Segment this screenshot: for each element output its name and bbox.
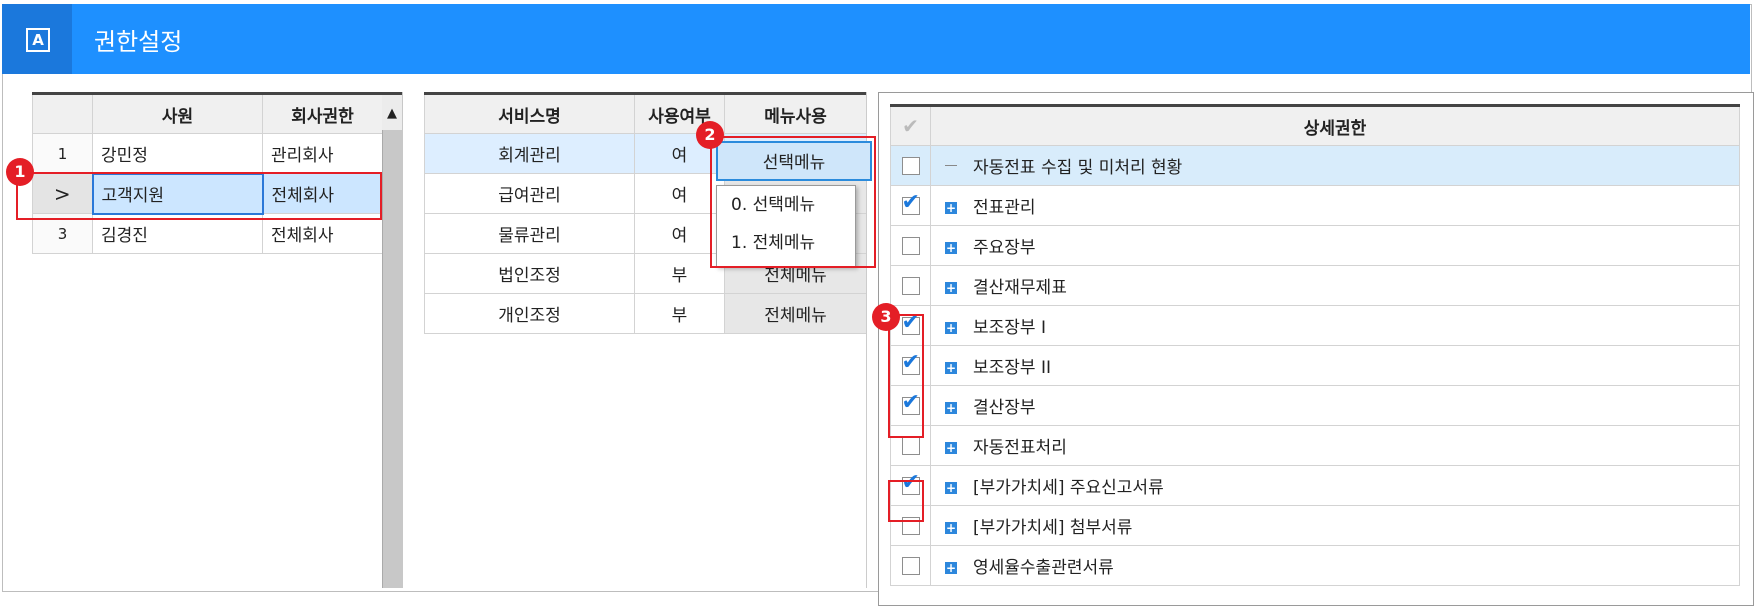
detail-row-label-wrap: 자동전표 수집 및 미처리 현황 <box>930 145 1740 186</box>
detail-label: [부가가치세] 주요신고서류 <box>973 478 1164 498</box>
detail-label: 결산재무제표 <box>973 278 1067 298</box>
detail-row-label-wrap: + 전표관리 <box>930 185 1740 226</box>
column-header-detail: 상세권한 <box>930 104 1740 146</box>
expand-plus-icon[interactable]: + <box>945 322 957 334</box>
service-name[interactable]: 개인조정 <box>424 293 635 334</box>
detail-row[interactable]: + 자동전표처리 <box>890 425 1740 466</box>
detail-row-label-wrap: + 결산장부 <box>930 385 1740 426</box>
detail-label: 보조장부 I <box>973 318 1046 338</box>
app-icon-box: A <box>2 4 72 74</box>
highlight-box-1 <box>16 172 382 220</box>
step-badge-2: 2 <box>696 121 724 149</box>
detail-label: 보조장부 II <box>973 358 1051 378</box>
detail-row-label-wrap: + 결산재무제표 <box>930 265 1740 306</box>
column-header-service[interactable]: 서비스명 <box>424 92 635 134</box>
detail-row-label-wrap: + 자동전표처리 <box>930 425 1740 466</box>
detail-row-label-wrap: + 보조장부 I <box>930 305 1740 346</box>
expand-plus-icon[interactable]: + <box>945 202 957 214</box>
detail-row-label-wrap: + [부가가치세] 주요신고서류 <box>930 465 1740 506</box>
detail-row-label-wrap: + 보조장부 II <box>930 345 1740 386</box>
row-number-header <box>32 92 93 134</box>
table-row[interactable]: 1 강민정 관리회사 <box>32 133 383 174</box>
expand-plus-icon[interactable]: + <box>945 562 957 574</box>
detail-row[interactable]: + 전표관리 <box>890 185 1740 226</box>
service-name[interactable]: 급여관리 <box>424 173 635 214</box>
menu-use-cell[interactable]: 전체메뉴 <box>724 293 867 334</box>
column-header-employee[interactable]: 사원 <box>92 92 263 134</box>
row-number: 1 <box>32 133 93 174</box>
detail-label: 자동전표 수집 및 미처리 현황 <box>973 158 1183 178</box>
expand-plus-icon[interactable]: + <box>945 442 957 454</box>
detail-permission-grid: ✔ 상세권한 자동전표 수집 및 미처리 현황 + 전표관리 + 주요장부 + 결산재… <box>890 104 1740 586</box>
detail-label: 자동전표처리 <box>973 438 1067 458</box>
company-auth[interactable]: 관리회사 <box>262 133 383 174</box>
detail-label: 전표관리 <box>973 198 1036 218</box>
table-row[interactable]: 개인조정 부 전체메뉴 <box>424 293 867 334</box>
row-checkbox[interactable] <box>890 545 931 586</box>
expand-plus-icon[interactable]: + <box>945 362 957 374</box>
row-checkbox[interactable] <box>890 265 931 306</box>
expand-plus-icon[interactable]: + <box>945 482 957 494</box>
app-icon: A <box>26 28 50 52</box>
expand-plus-icon[interactable]: + <box>945 522 957 534</box>
employee-name[interactable]: 강민정 <box>92 133 263 174</box>
service-use[interactable]: 부 <box>634 293 725 334</box>
detail-label: 주요장부 <box>973 238 1036 258</box>
expand-plus-icon[interactable]: + <box>945 282 957 294</box>
detail-label: 영세율수출관련서류 <box>973 558 1114 578</box>
title-bar: A 권한설정 <box>2 4 1750 74</box>
detail-row[interactable]: + [부가가치세] 첨부서류 <box>890 505 1740 546</box>
detail-label: 결산장부 <box>973 398 1036 418</box>
detail-row[interactable]: + 영세율수출관련서류 <box>890 545 1740 586</box>
row-checkbox[interactable] <box>890 145 931 186</box>
highlight-box-3b <box>888 480 924 522</box>
select-all-checkbox[interactable]: ✔ <box>890 104 931 146</box>
expand-plus-icon[interactable]: + <box>945 242 957 254</box>
detail-row[interactable]: + [부가가치세] 주요신고서류 <box>890 465 1740 506</box>
highlight-box-2 <box>710 136 876 268</box>
service-name[interactable]: 물류관리 <box>424 213 635 254</box>
service-name[interactable]: 법인조정 <box>424 253 635 294</box>
tree-line-icon <box>945 164 957 172</box>
row-checkbox[interactable] <box>890 225 931 266</box>
row-checkbox[interactable] <box>890 185 931 226</box>
detail-row-label-wrap: + 주요장부 <box>930 225 1740 266</box>
scroll-up-arrow-icon[interactable]: ▲ <box>382 92 402 130</box>
highlight-box-3 <box>888 314 924 438</box>
column-header-company-auth[interactable]: 회사권한 <box>262 92 383 134</box>
employee-grid-scrollbar[interactable] <box>382 92 403 588</box>
page-title: 권한설정 <box>94 28 183 56</box>
step-badge-1: 1 <box>6 158 34 186</box>
detail-row[interactable]: + 보조장부 II <box>890 345 1740 386</box>
detail-row[interactable]: + 주요장부 <box>890 225 1740 266</box>
detail-row-label-wrap: + 영세율수출관련서류 <box>930 545 1740 586</box>
service-name[interactable]: 회계관리 <box>424 133 635 174</box>
column-header-menu[interactable]: 메뉴사용 <box>724 92 867 134</box>
detail-row[interactable]: + 결산재무제표 <box>890 265 1740 306</box>
expand-plus-icon[interactable]: + <box>945 402 957 414</box>
detail-row[interactable]: + 결산장부 <box>890 385 1740 426</box>
step-badge-3: 3 <box>872 303 900 331</box>
detail-row[interactable]: 자동전표 수집 및 미처리 현황 <box>890 145 1740 186</box>
detail-row-label-wrap: + [부가가치세] 첨부서류 <box>930 505 1740 546</box>
detail-row[interactable]: + 보조장부 I <box>890 305 1740 346</box>
detail-label: [부가가치세] 첨부서류 <box>973 518 1133 538</box>
